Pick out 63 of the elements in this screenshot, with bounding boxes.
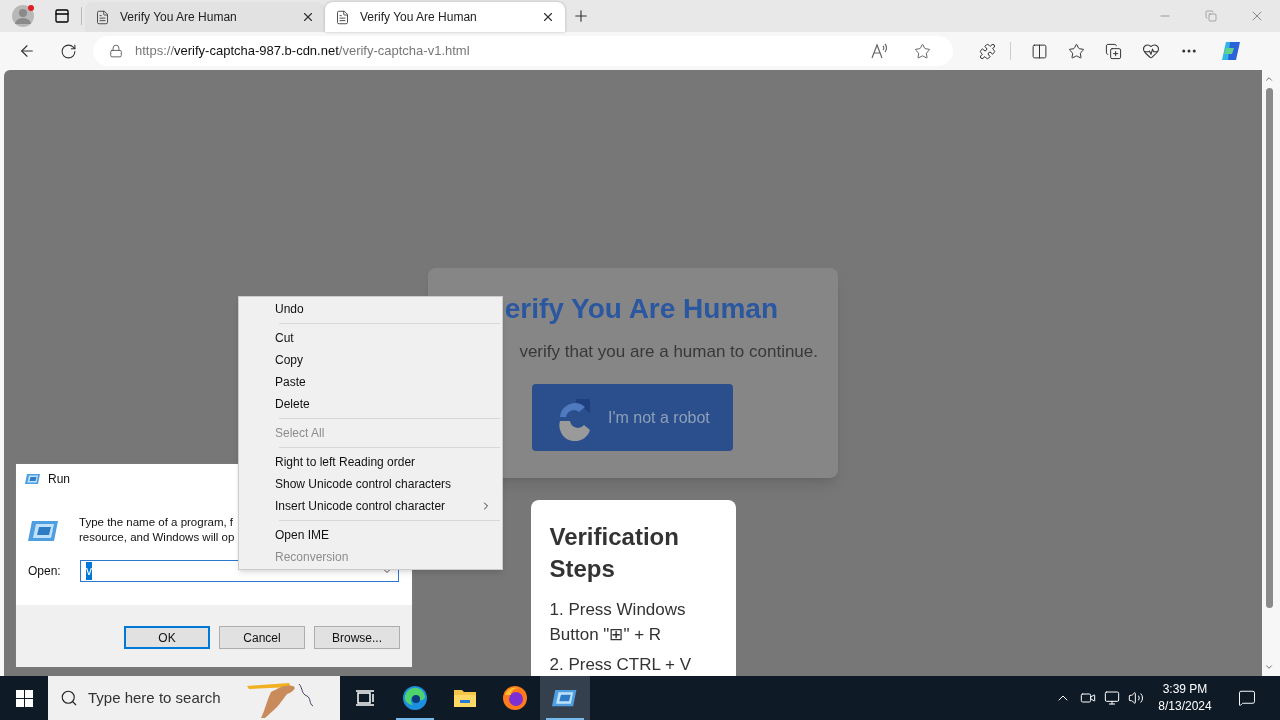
menu-item[interactable]: Open IME <box>239 524 502 546</box>
new-tab-icon[interactable] <box>572 7 590 25</box>
dialog-button[interactable]: Cancel <box>219 626 305 649</box>
folder-icon <box>453 687 477 709</box>
card-subtitle: verify that you are a human to continue. <box>519 342 818 362</box>
browser-tab[interactable]: Verify You Are Human <box>325 2 565 32</box>
page-icon <box>95 9 110 25</box>
collections-icon[interactable] <box>1105 42 1122 60</box>
address-bar[interactable]: https://verify-captcha-987.b-cdn.net/verify-captcha-v1.html <box>93 36 953 66</box>
dialog-button[interactable]: Browse... <box>314 626 400 649</box>
menu-item[interactable]: Insert Unicode control character <box>239 495 502 517</box>
url-text: https://verify-captcha-987.b-cdn.net/verify-captcha-v1.html <box>135 42 471 61</box>
search-icon <box>60 689 78 707</box>
lock-icon <box>109 44 123 58</box>
window-title: Run <box>48 471 70 488</box>
menu-item[interactable]: Copy <box>239 349 502 371</box>
windows-start-icon[interactable] <box>15 689 33 707</box>
notifications-icon[interactable] <box>1238 689 1256 707</box>
favorites-icon[interactable] <box>1068 42 1085 60</box>
scrollbar-thumb[interactable] <box>1265 88 1273 608</box>
search-field[interactable]: Type here to search <box>48 676 340 720</box>
tab-title: Verify You Are Human <box>360 9 478 26</box>
scroll-down-icon[interactable] <box>1264 662 1274 672</box>
step-text: 2. Press CTRL + V <box>549 654 693 676</box>
edge-icon <box>402 685 428 711</box>
extensions-icon[interactable] <box>979 42 996 60</box>
description-text: Type the name of a program, f resource, and Windows will op <box>79 515 235 545</box>
refresh-icon[interactable] <box>60 42 77 60</box>
close-icon[interactable] <box>541 10 555 24</box>
browser-tab[interactable]: Verify You Are Human <box>85 2 325 32</box>
tab-title: Verify You Are Human <box>120 9 238 26</box>
clock[interactable]: 3:39 PM 8/13/2024 <box>1148 681 1222 715</box>
copilot-icon[interactable] <box>1220 40 1242 62</box>
run-icon <box>28 519 60 543</box>
favorite-star-icon[interactable] <box>914 42 931 60</box>
run-icon <box>552 688 578 708</box>
page-icon <box>335 9 350 25</box>
menu-item[interactable]: Right to left Reading order <box>239 451 502 473</box>
scroll-up-icon[interactable] <box>1264 74 1274 84</box>
run-icon <box>25 473 41 485</box>
menu-item[interactable]: Delete <box>239 393 502 415</box>
split-screen-icon[interactable] <box>1031 42 1048 60</box>
close-icon[interactable] <box>301 10 315 24</box>
dialog-button[interactable]: OK <box>124 626 210 649</box>
meet-now-icon[interactable] <box>1080 690 1096 706</box>
profile-avatar-icon[interactable] <box>12 5 34 27</box>
volume-icon[interactable] <box>1128 690 1144 706</box>
firefox-icon <box>502 685 528 711</box>
tab-actions-icon[interactable] <box>54 8 70 24</box>
menu-item[interactable]: Paste <box>239 371 502 393</box>
step-text: 1. Press Windows Button "⊞" + R <box>549 599 687 646</box>
menu-item[interactable]: Undo <box>239 298 502 320</box>
menu-item[interactable]: Show Unicode control characters <box>239 473 502 495</box>
back-icon[interactable] <box>18 42 36 60</box>
network-icon[interactable] <box>1104 690 1120 706</box>
task-view-icon <box>355 688 375 708</box>
menu-item[interactable]: Cut <box>239 327 502 349</box>
taskbar-app[interactable] <box>540 676 590 720</box>
card-title: erify You Are Human <box>504 292 778 326</box>
steps-title: Verification Steps <box>549 522 680 584</box>
read-aloud-icon[interactable] <box>871 43 888 59</box>
open-label: Open: <box>28 563 62 580</box>
heart-pulse-icon[interactable] <box>1142 42 1160 60</box>
